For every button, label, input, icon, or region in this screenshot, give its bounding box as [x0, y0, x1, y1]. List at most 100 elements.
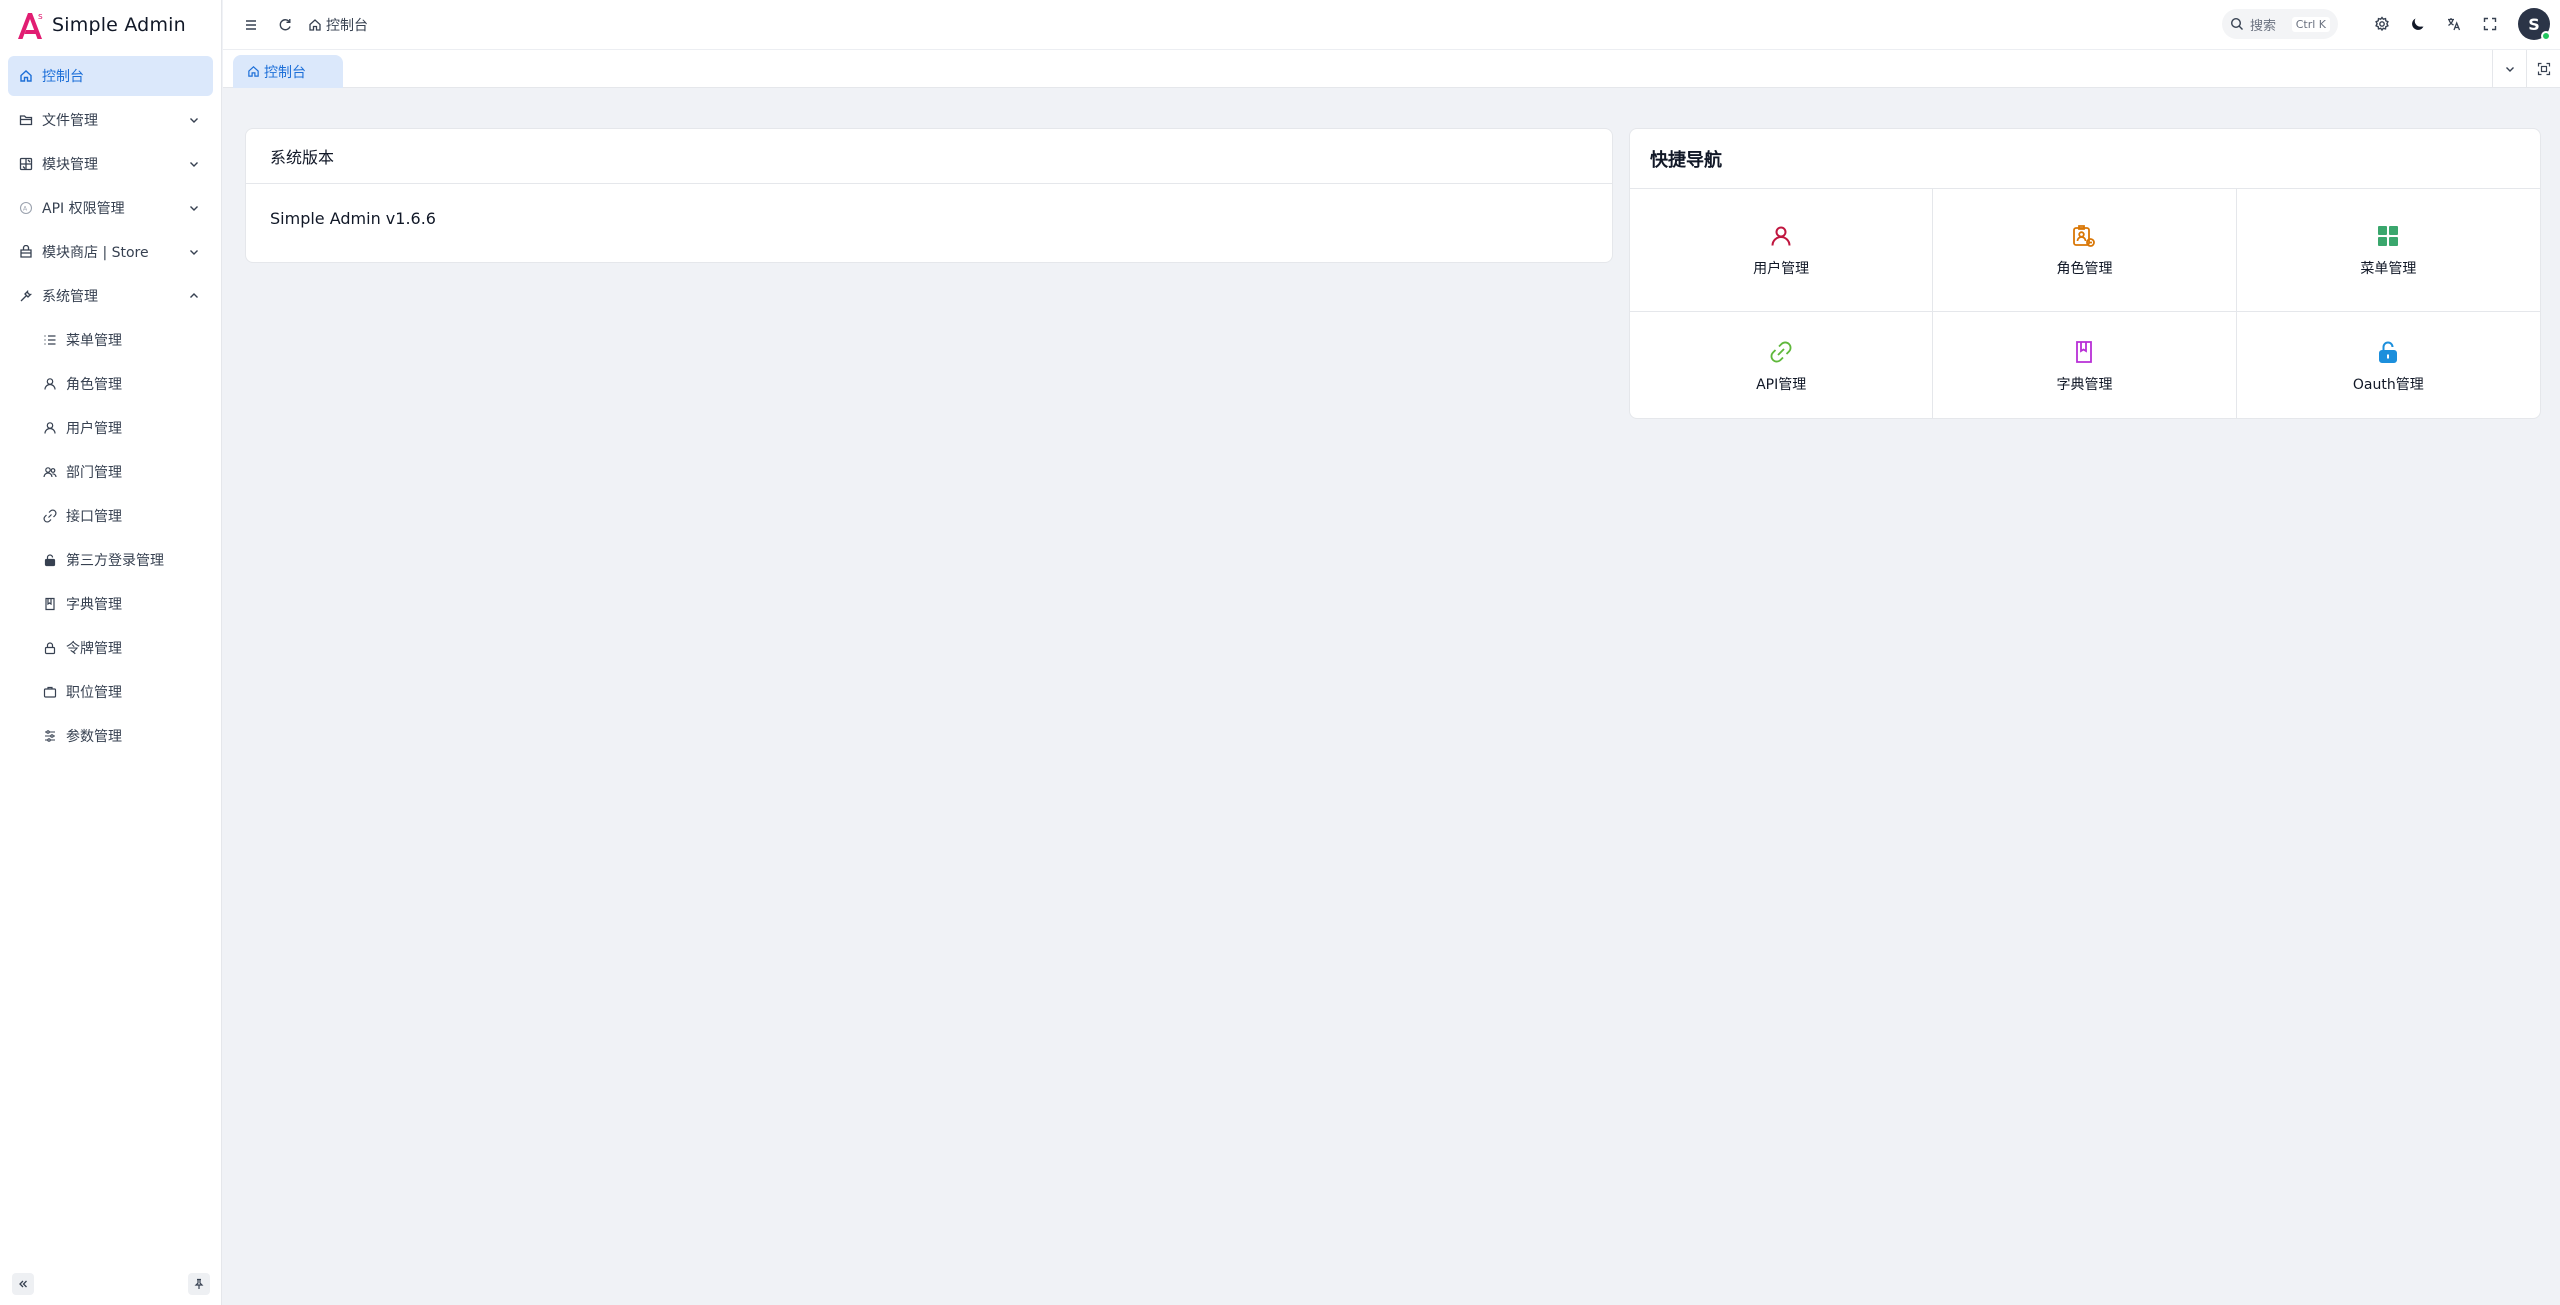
breadcrumb[interactable]: 控制台 — [308, 15, 368, 35]
header-actions: 搜索 Ctrl K S — [2222, 8, 2551, 41]
card-title: 系统版本 — [246, 129, 1612, 184]
settings-button[interactable] — [2364, 9, 2400, 39]
api-permission-icon: A — [18, 200, 34, 216]
avatar-letter: S — [2528, 14, 2540, 34]
folder-icon — [18, 112, 34, 128]
sidebar-item-system[interactable]: 系统管理 — [8, 276, 213, 316]
chevron-up-icon — [190, 293, 198, 298]
refresh-button[interactable] — [268, 8, 302, 42]
fullscreen-button[interactable] — [2472, 9, 2508, 39]
language-button[interactable] — [2436, 9, 2472, 39]
unlock-icon — [42, 552, 58, 568]
book-icon — [2070, 338, 2098, 366]
user-icon — [42, 420, 58, 436]
chevron-down-icon — [190, 250, 198, 255]
link-icon — [42, 508, 58, 524]
app-title: Simple Admin — [52, 14, 186, 36]
tab-more-button[interactable] — [2492, 50, 2526, 87]
sidebar-item-label: 角色管理 — [66, 377, 122, 393]
sidebar-item-label: 字典管理 — [66, 597, 122, 613]
system-version-card: 系统版本 Simple Admin v1.6.6 — [245, 128, 1613, 263]
fullscreen-icon — [2483, 17, 2497, 31]
svg-text:A: A — [23, 206, 28, 213]
avatar[interactable]: S — [2518, 8, 2551, 41]
book-icon — [42, 596, 58, 612]
sidebar-item-dictionary-management[interactable]: 字典管理 — [8, 584, 213, 624]
sidebar-item-user-management[interactable]: 用户管理 — [8, 408, 213, 448]
quick-nav-label: 角色管理 — [2056, 261, 2113, 277]
quick-nav-label: Oauth管理 — [2352, 376, 2424, 393]
content-maximize-button[interactable] — [2526, 50, 2560, 87]
quick-nav-card: 快捷导航 用户管理 角色管理 菜单管理 API管理 字典管理 Oauth管理 — [1629, 128, 2541, 419]
toggle-sidebar-button[interactable] — [234, 8, 268, 42]
quick-nav-user-management[interactable]: 用户管理 — [1630, 189, 1934, 312]
sidebar-item-module[interactable]: 模块管理 — [8, 144, 213, 184]
menu-icon — [246, 19, 256, 30]
theme-toggle-button[interactable] — [2400, 9, 2436, 39]
quick-nav-role-management[interactable]: 角色管理 — [1933, 189, 2237, 312]
double-chevron-left-icon — [19, 1280, 27, 1288]
sidebar-item-position-management[interactable]: 职位管理 — [8, 672, 213, 712]
sidebar-item-label: 系统管理 — [42, 289, 98, 305]
search-shortcut: Ctrl K — [2291, 16, 2330, 32]
chevron-down-icon — [2505, 66, 2514, 72]
sidebar-item-menu-management[interactable]: 菜单管理 — [8, 320, 213, 360]
version-value: Simple Admin v1.6.6 — [270, 209, 436, 228]
tool-icon — [18, 288, 34, 304]
logo[interactable]: s Simple Admin — [0, 0, 221, 50]
top-header: 控制台 搜索 Ctrl K S — [223, 0, 2560, 50]
sidebar-item-api-permission[interactable]: A API 权限管理 — [8, 188, 213, 228]
quick-nav-dictionary-management[interactable]: 字典管理 — [1933, 312, 2237, 418]
logo-icon: s — [14, 8, 48, 42]
moon-icon — [2412, 18, 2424, 30]
quick-nav-menu-management[interactable]: 菜单管理 — [2236, 189, 2540, 312]
svg-text:s: s — [38, 12, 43, 22]
search-icon — [2230, 17, 2243, 30]
briefcase-icon — [42, 684, 58, 700]
tab-tools — [2492, 50, 2560, 87]
search-button[interactable]: 搜索 Ctrl K — [2222, 9, 2338, 39]
main-content: 系统版本 Simple Admin v1.6.6 快捷导航 用户管理 角色管理 — [223, 88, 2560, 1305]
collapse-sidebar-button[interactable] — [12, 1273, 34, 1295]
sidebar-item-oauth-management[interactable]: 第三方登录管理 — [8, 540, 213, 580]
user-icon — [42, 376, 58, 392]
role-badge-icon — [2070, 222, 2098, 250]
home-icon — [309, 18, 321, 31]
breadcrumb-label: 控制台 — [326, 17, 368, 34]
refresh-icon — [279, 18, 291, 30]
user-icon — [1767, 222, 1795, 250]
sidebar-item-token-management[interactable]: 令牌管理 — [8, 628, 213, 668]
sidebar-item-api-management[interactable]: 接口管理 — [8, 496, 213, 536]
home-icon — [248, 66, 259, 77]
sidebar-item-role-management[interactable]: 角色管理 — [8, 364, 213, 404]
sidebar-item-label: 令牌管理 — [66, 641, 122, 657]
sidebar-item-department-management[interactable]: 部门管理 — [8, 452, 213, 492]
pin-sidebar-button[interactable] — [188, 1273, 210, 1295]
quick-nav-label: 字典管理 — [2056, 376, 2113, 393]
tab-dashboard[interactable]: 控制台 — [233, 55, 343, 88]
sidebar-item-label: 参数管理 — [66, 729, 122, 745]
sidebar-item-file[interactable]: 文件管理 — [8, 100, 213, 140]
online-status-dot — [2541, 31, 2551, 41]
gear-icon — [2375, 16, 2389, 32]
chevron-down-icon — [190, 118, 198, 123]
sidebar-item-label: 模块管理 — [42, 157, 98, 173]
sidebar-item-store[interactable]: 模块商店 | Store — [8, 232, 213, 272]
sidebar-item-label: 职位管理 — [66, 685, 122, 701]
store-icon — [18, 244, 34, 260]
sidebar-item-label: 文件管理 — [42, 113, 98, 129]
sidebar-item-dashboard[interactable]: 控制台 — [8, 56, 213, 96]
tab-label: 控制台 — [264, 64, 306, 81]
sidebar-item-params-management[interactable]: 参数管理 — [8, 716, 213, 756]
sidebar-item-label: API 权限管理 — [42, 201, 125, 217]
quick-nav-title: 快捷导航 — [1630, 129, 2540, 189]
tab-bar: 控制台 — [223, 50, 2560, 88]
lock-icon — [42, 640, 58, 656]
params-icon — [42, 728, 58, 744]
quick-nav-oauth-management[interactable]: Oauth管理 — [2237, 312, 2540, 418]
chevron-down-icon — [190, 206, 198, 211]
quick-nav-label: API管理 — [1756, 376, 1807, 393]
module-icon — [18, 156, 34, 172]
quick-nav-api-management[interactable]: API管理 — [1630, 312, 1934, 418]
system-submenu: 菜单管理 角色管理 用户管理 部门管理 接口管理 第三方登录管理 字典管理 令牌… — [8, 320, 213, 756]
